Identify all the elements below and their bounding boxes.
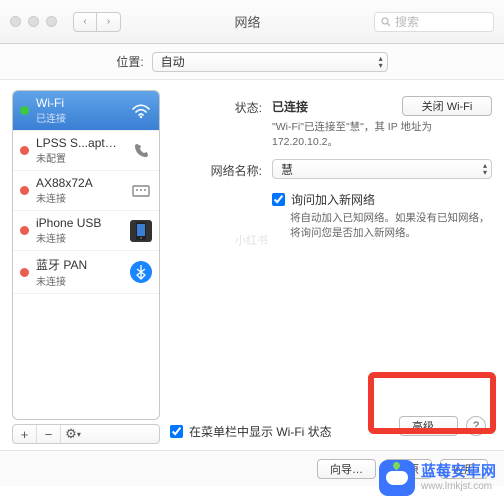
forward-button[interactable]: › [97,12,121,32]
ask-to-join-label: 询问加入新网络 [291,191,375,208]
brand-logo-icon [379,460,415,496]
remove-interface-button[interactable]: − [37,425,61,443]
network-name-select[interactable]: 慧 ▴▾ [272,159,492,179]
status-dot [20,106,29,115]
status-dot [20,268,29,277]
interface-name: 蓝牙 PAN [36,256,123,273]
turn-wifi-off-button[interactable]: 关闭 Wi-Fi [402,96,492,116]
interface-status: 已连接 [36,110,123,125]
interface-name: LPSS S...apter (2) [36,136,123,150]
nav-buttons: ‹ › [73,12,121,32]
status-dot [20,146,29,155]
show-in-menubar-checkbox[interactable]: 在菜单栏中显示 Wi-Fi 状态 [170,423,332,440]
chevron-right-icon: › [107,16,110,27]
interface-status: 未连接 [36,273,123,288]
location-bar: 位置: 自动 ▴▾ [0,44,504,80]
minimize-window[interactable] [28,16,39,27]
interface-wifi[interactable]: Wi-Fi 已连接 [13,91,159,131]
action-menu-button[interactable]: ⚙▾ [61,425,85,443]
assistant-button[interactable]: 向导… [317,459,376,479]
status-dot [20,186,29,195]
interface-lpss[interactable]: LPSS S...apter (2) 未配置 [13,131,159,171]
add-interface-button[interactable]: + [13,425,37,443]
back-button[interactable]: ‹ [73,12,97,32]
chevron-updown-icon: ▴▾ [483,162,487,176]
detail-panel: 状态: 已连接 关闭 Wi-Fi "Wi-Fi"已连接至"慧"，其 IP 地址为… [170,90,496,444]
titlebar: ‹ › 网络 搜索 [0,0,504,44]
location-select[interactable]: 自动 ▴▾ [152,52,388,72]
interface-status: 未连接 [36,230,123,245]
ask-to-join-checkbox[interactable]: 询问加入新网络 [272,191,492,208]
status-value: 已连接 [272,98,308,115]
show-in-menubar-input[interactable] [170,425,183,438]
interface-status: 未连接 [36,190,123,205]
interface-list[interactable]: Wi-Fi 已连接 LPSS S...apter (2) 未配置 [12,90,160,420]
zoom-window[interactable] [46,16,57,27]
help-button[interactable]: ? [466,416,486,436]
interface-bluetooth[interactable]: 蓝牙 PAN 未连接 [13,251,159,294]
window-title: 网络 [129,12,366,31]
interface-name: Wi-Fi [36,96,123,110]
chevron-updown-icon: ▴▾ [379,55,383,69]
brand-watermark: 蓝莓安卓网 www.lmkjst.com [379,460,496,496]
advanced-button[interactable]: 高级… [399,416,458,436]
list-controls: + − ⚙▾ [12,424,160,444]
interface-name: AX88x72A [36,176,123,190]
phone-icon [130,140,152,162]
sidebar: Wi-Fi 已连接 LPSS S...apter (2) 未配置 [12,90,160,444]
show-in-menubar-label: 在菜单栏中显示 Wi-Fi 状态 [189,423,332,440]
network-name-label: 网络名称: [174,159,262,179]
status-label: 状态: [174,96,262,116]
interface-name: iPhone USB [36,216,123,230]
ask-to-join-input[interactable] [272,193,285,206]
interface-iphone[interactable]: iPhone USB 未连接 [13,211,159,251]
main-content: Wi-Fi 已连接 LPSS S...apter (2) 未配置 [0,80,504,450]
search-icon [381,17,391,27]
interface-ax88[interactable]: AX88x72A 未连接 [13,171,159,211]
brand-url: www.lmkjst.com [421,481,496,492]
location-label: 位置: [116,53,143,70]
network-name-value: 慧 [281,161,293,178]
chevron-left-icon: ‹ [83,16,86,27]
search-placeholder: 搜索 [395,13,419,30]
traffic-lights [10,16,57,27]
iphone-icon [130,220,152,242]
ask-to-join-description: 将自动加入已知网络。如果没有已知网络，将询问您是否加入新网络。 [290,211,492,240]
ethernet-icon [130,180,152,202]
status-description: "Wi-Fi"已连接至"慧"，其 IP 地址为 172.20.10.2。 [272,120,492,149]
interface-status: 未配置 [36,150,123,165]
search-field[interactable]: 搜索 [374,12,494,32]
bluetooth-icon [130,261,152,283]
location-value: 自动 [161,53,185,70]
close-window[interactable] [10,16,21,27]
status-dot [20,226,29,235]
wifi-icon [130,100,152,122]
brand-name: 蓝莓安卓网 [421,464,496,481]
